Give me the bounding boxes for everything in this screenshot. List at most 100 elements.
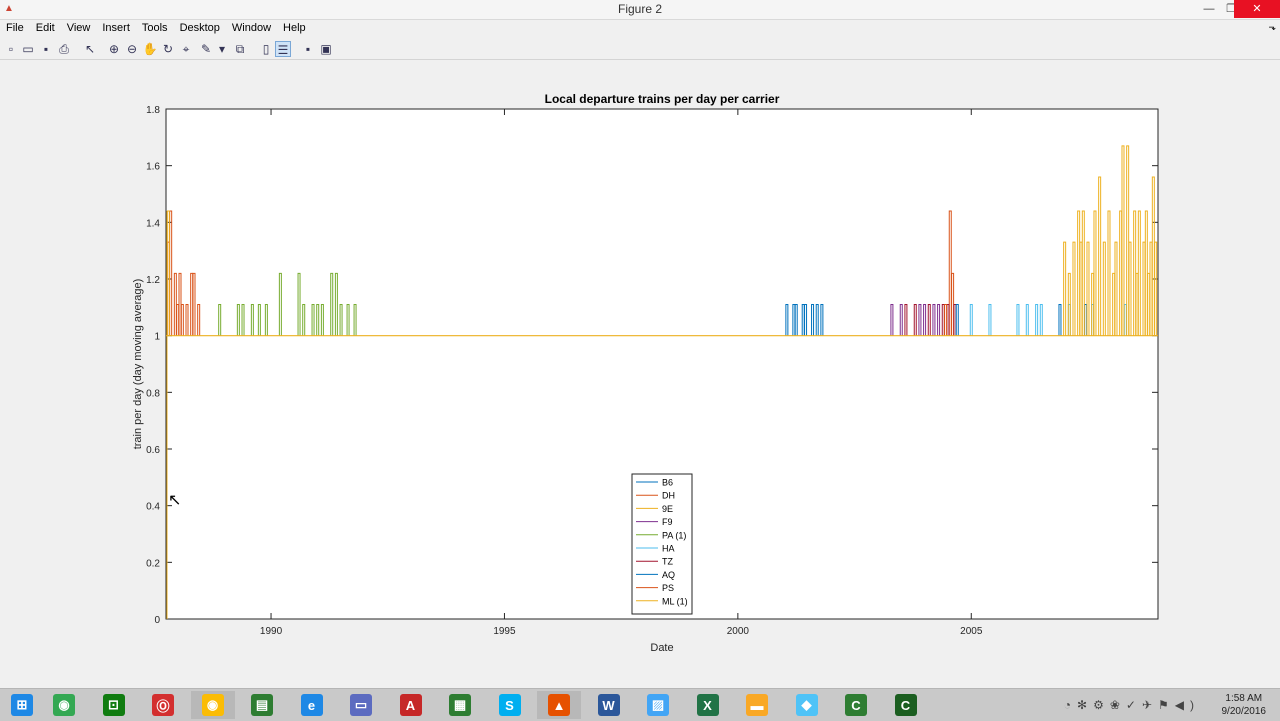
new-figure-icon[interactable]: ▫ bbox=[3, 41, 19, 57]
start-icon: ⊞ bbox=[11, 694, 33, 716]
legend-label: B6 bbox=[662, 478, 673, 488]
taskbar-ie-button[interactable]: e bbox=[290, 691, 334, 719]
legend-label: AQ bbox=[662, 570, 675, 580]
legend-label: F9 bbox=[662, 517, 673, 527]
figure-toolbar: ▫ ▭ ▪ ⎙ ↖ ⊕ ⊖ ✋ ↻ ⌖ ✎ ▾ ⧉ ▯ ☰ ▪ ▣ bbox=[0, 39, 1280, 60]
window-titlebar: ▲ Figure 2 — ❐ ✕ bbox=[0, 0, 1280, 20]
taskbar-chart-app-button[interactable]: ▤ bbox=[240, 691, 284, 719]
legend-icon[interactable]: ☰ bbox=[275, 41, 291, 57]
y-tick-label: 0.6 bbox=[146, 445, 160, 456]
clock[interactable]: 1:58 AM 9/20/2016 bbox=[1222, 692, 1267, 718]
y-tick-label: 0 bbox=[154, 615, 160, 626]
data-cursor-icon[interactable]: ⌖ bbox=[178, 41, 194, 57]
mouse-cursor-icon: ↖ bbox=[168, 492, 182, 509]
x-tick-label: 1990 bbox=[260, 626, 283, 637]
brush-icon[interactable]: ✎ bbox=[198, 41, 214, 57]
y-tick-label: 0.4 bbox=[146, 502, 160, 513]
explorer-icon: ▬ bbox=[746, 694, 768, 716]
menu-tools[interactable]: Tools bbox=[136, 20, 174, 34]
menu-edit[interactable]: Edit bbox=[30, 20, 61, 34]
taskbar-store-button[interactable]: ⊡ bbox=[92, 691, 136, 719]
chart: 1990 1995 2000 2005 0 0.2 0.4 0.6 0.8 1 1.2 1.4 1.6 1… bbox=[132, 92, 1159, 654]
taskbar-camtasia-button[interactable]: C bbox=[834, 691, 878, 719]
computer-icon: ▭ bbox=[350, 694, 372, 716]
taskbar-chrome-button[interactable]: ◉ bbox=[42, 691, 86, 719]
ie-icon: e bbox=[300, 694, 323, 716]
window-title: Figure 2 bbox=[617, 2, 663, 16]
store-icon: ⊡ bbox=[102, 694, 125, 716]
colorbar-icon[interactable]: ▯ bbox=[258, 41, 274, 57]
y-tick-label: 1.8 bbox=[146, 105, 160, 116]
legend[interactable]: B6 DH 9E F9 PA (1) HA TZ AQ PS ML (1) bbox=[631, 473, 693, 615]
taskbar-skype-button[interactable]: S bbox=[488, 691, 532, 719]
taskbar-app-blue-button[interactable]: ◆ bbox=[785, 691, 829, 719]
legend-label: ML (1) bbox=[662, 596, 688, 606]
x-tick-label: 1995 bbox=[493, 626, 516, 637]
figure-canvas: 1990 1995 2000 2005 0 0.2 0.4 0.6 0.8 1 1.2 1.4 1.6 1… bbox=[0, 60, 1280, 688]
taskbar-start-button[interactable]: ⊞ bbox=[0, 691, 44, 719]
taskbar-excel-button[interactable]: X bbox=[686, 691, 730, 719]
app-blue-icon: ◆ bbox=[795, 694, 818, 716]
link-icon[interactable]: ⧉ bbox=[232, 41, 248, 57]
acrobat-icon: A bbox=[399, 694, 422, 716]
zoom-out-icon[interactable]: ⊖ bbox=[124, 41, 140, 57]
menu-view[interactable]: View bbox=[61, 20, 97, 34]
pan-icon[interactable]: ✋ bbox=[142, 41, 158, 57]
close-icon[interactable]: ✕ bbox=[1234, 0, 1280, 18]
y-tick-label: 0.2 bbox=[146, 558, 160, 569]
chart-app-icon: ▤ bbox=[251, 694, 273, 716]
taskbar-explorer-button[interactable]: ▬ bbox=[735, 691, 779, 719]
taskbar-word-button[interactable]: W bbox=[587, 691, 631, 719]
taskbar-paint-button[interactable]: ▨ bbox=[636, 691, 680, 719]
print-icon[interactable]: ⎙ bbox=[56, 41, 72, 57]
menu-window[interactable]: Window bbox=[226, 20, 277, 34]
legend-label: 9E bbox=[662, 504, 673, 514]
menu-insert[interactable]: Insert bbox=[96, 20, 136, 34]
paint-icon: ▨ bbox=[647, 694, 669, 716]
legend-label: PS bbox=[662, 583, 674, 593]
chrome-icon: ◉ bbox=[53, 694, 75, 716]
menu-file[interactable]: File bbox=[0, 20, 30, 34]
clock-time: 1:58 AM bbox=[1225, 693, 1263, 704]
skype-icon: S bbox=[498, 694, 521, 716]
rotate-icon[interactable]: ↻ bbox=[160, 41, 176, 57]
app-green-icon: ▦ bbox=[449, 694, 471, 716]
y-tick-label: 1.4 bbox=[146, 218, 160, 229]
x-tick-label: 2000 bbox=[727, 626, 750, 637]
y-tick-label: 0.8 bbox=[146, 388, 160, 399]
x-axis-label: Date bbox=[650, 642, 673, 654]
hide-plot-tools-icon[interactable]: ▪ bbox=[300, 41, 316, 57]
chrome-2-icon: ◉ bbox=[201, 694, 224, 716]
taskbar-matlab-button[interactable]: ▲ bbox=[537, 691, 581, 719]
camtasia-icon: C bbox=[845, 694, 867, 716]
legend-label: HA bbox=[662, 544, 675, 554]
y-tick-label: 1.6 bbox=[146, 162, 160, 173]
taskbar-acrobat-button[interactable]: A bbox=[389, 691, 433, 719]
legend-label: PA (1) bbox=[662, 530, 686, 540]
taskbar-camtasia-2-button[interactable]: C bbox=[884, 691, 928, 719]
camtasia-2-icon: C bbox=[894, 694, 917, 716]
taskbar-computer-button[interactable]: ▭ bbox=[339, 691, 383, 719]
y-tick-label: 1.2 bbox=[146, 275, 160, 286]
app-red-icon: Ⓞ bbox=[152, 694, 174, 716]
brush-menu-icon[interactable]: ▾ bbox=[214, 41, 230, 57]
menu-bar: File Edit View Insert Tools Desktop Window Help… bbox=[0, 20, 1280, 38]
menu-desktop[interactable]: Desktop bbox=[174, 20, 226, 34]
dock-arrow-icon[interactable]: ⬎ bbox=[1268, 22, 1276, 33]
chart-title: Local departure trains per day per carri… bbox=[545, 92, 780, 106]
taskbar-chrome-2-button[interactable]: ◉ bbox=[190, 691, 235, 719]
word-icon: W bbox=[597, 694, 620, 716]
pointer-icon[interactable]: ↖ bbox=[82, 41, 98, 57]
legend-label: DH bbox=[662, 491, 675, 501]
menu-help[interactable]: Help bbox=[277, 20, 312, 34]
show-plot-tools-icon[interactable]: ▣ bbox=[318, 41, 334, 57]
y-axis-label: train per day (day moving average) bbox=[132, 279, 144, 450]
save-icon[interactable]: ▪ bbox=[38, 41, 54, 57]
system-tray[interactable]: ◔✻⚙❀✓✈⚑◀) bbox=[1064, 698, 1200, 712]
taskbar-app-green-button[interactable]: ▦ bbox=[438, 691, 482, 719]
y-tick-label: 1 bbox=[154, 332, 160, 343]
open-icon[interactable]: ▭ bbox=[20, 41, 36, 57]
legend-label: TZ bbox=[662, 557, 673, 567]
taskbar-app-red-button[interactable]: Ⓞ bbox=[141, 691, 185, 719]
zoom-in-icon[interactable]: ⊕ bbox=[106, 41, 122, 57]
